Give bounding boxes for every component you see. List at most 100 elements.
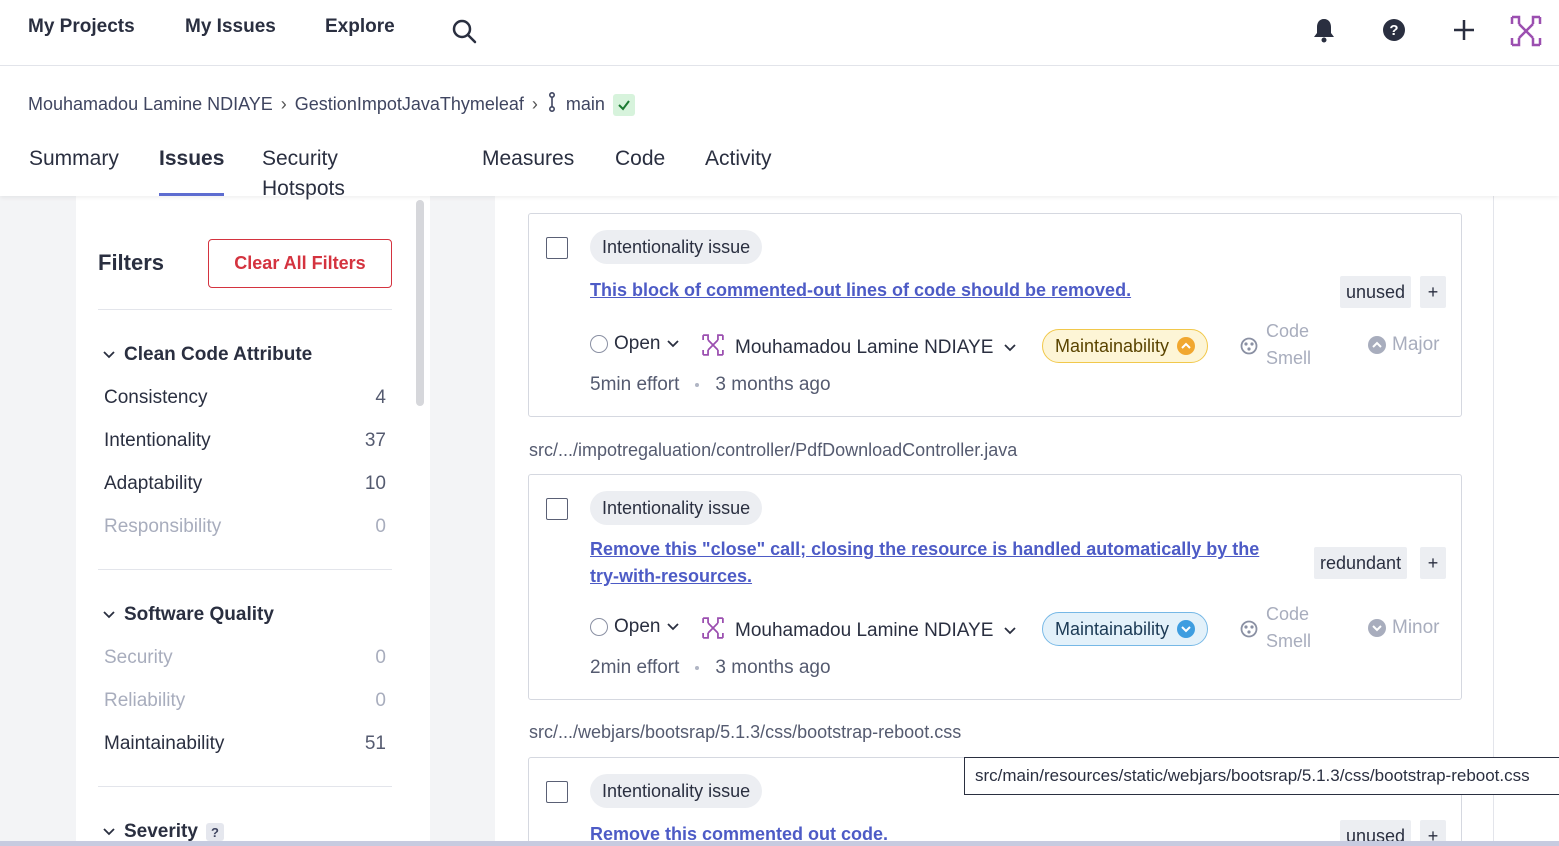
assignee-dropdown[interactable]: Mouhamadou Lamine NDIAYE <box>701 616 1017 646</box>
severity-indicator: Minor <box>1368 617 1440 639</box>
issue-age: 3 months ago <box>715 374 831 395</box>
issue-message-line1: Remove this "close" call; closing the re… <box>590 539 1260 559</box>
chevron-down-icon <box>102 604 116 626</box>
issue-effort-line: 5min effort 3 months ago <box>590 374 831 396</box>
search-icon[interactable] <box>451 18 477 44</box>
breadcrumb-separator: › <box>280 94 287 114</box>
add-tag-button[interactable]: + <box>1420 547 1446 579</box>
tab-measures[interactable]: Measures <box>482 144 574 196</box>
issue-type-line2: Smell <box>1266 348 1312 368</box>
help-icon[interactable]: ? <box>205 823 224 841</box>
facet-severity[interactable]: Severity ? <box>102 821 224 843</box>
issue-category-pill: Intentionality issue <box>590 230 763 264</box>
impact-low-icon <box>1177 620 1196 638</box>
avatar-icon <box>701 616 725 646</box>
facet-item-consistency[interactable]: Consistency 4 <box>104 387 386 409</box>
facet-item-count: 0 <box>375 647 386 668</box>
issue-message-link[interactable]: This block of commented-out lines of cod… <box>590 277 1131 304</box>
issue-checkbox[interactable] <box>546 781 568 803</box>
status-dropdown[interactable]: Open <box>590 333 680 355</box>
tab-code[interactable]: Code <box>615 144 665 196</box>
bell-icon[interactable] <box>1311 17 1337 43</box>
facet-item-maintainability[interactable]: Maintainability 51 <box>104 733 386 755</box>
issue-type: Code Smell <box>1266 601 1311 655</box>
software-quality-badge[interactable]: Maintainability <box>1042 612 1209 646</box>
chevron-down-icon <box>666 616 680 638</box>
nav-my-issues[interactable]: My Issues <box>185 16 276 38</box>
chevron-down-icon <box>1003 620 1017 642</box>
tab-security-hotspots[interactable]: Security Hotspots <box>262 144 345 200</box>
status-dropdown[interactable]: Open <box>590 616 680 638</box>
file-path[interactable]: src/.../impotregaluation/controller/PdfD… <box>529 440 1017 461</box>
nav-explore[interactable]: Explore <box>325 16 395 38</box>
bug-icon <box>1240 620 1258 643</box>
sidebar-scrollbar[interactable] <box>416 200 424 406</box>
nav-my-projects[interactable]: My Projects <box>28 16 135 38</box>
facet-item-count: 0 <box>375 690 386 711</box>
issue-tag[interactable]: redundant <box>1314 547 1408 579</box>
issue-type-line1: Code <box>1266 604 1310 624</box>
separator-dot <box>695 383 700 387</box>
quality-label: Maintainability <box>1055 618 1170 639</box>
avatar-icon <box>701 333 725 363</box>
issue-type-line2: Smell <box>1266 631 1312 651</box>
divider <box>98 786 392 787</box>
facet-item-count: 37 <box>364 430 386 451</box>
avatar-icon[interactable] <box>1509 14 1543 48</box>
tab-summary[interactable]: Summary <box>29 144 119 196</box>
issue-effort-line: 2min effort 3 months ago <box>590 657 831 679</box>
breadcrumb-separator: › <box>531 94 538 114</box>
divider <box>98 569 392 570</box>
facet-item-count: 51 <box>364 733 386 754</box>
chevron-down-icon <box>666 333 680 355</box>
quality-gate-passed-icon <box>612 93 635 116</box>
facet-item-adaptability[interactable]: Adaptability 10 <box>104 473 386 495</box>
facet-title: Clean Code Attribute <box>124 344 313 365</box>
severity-indicator: Major <box>1368 334 1440 356</box>
breadcrumb-owner[interactable]: Mouhamadou Lamine NDIAYE <box>28 94 273 115</box>
issue-tag[interactable]: unused <box>1340 276 1412 308</box>
facet-item-responsibility: Responsibility 0 <box>104 516 386 538</box>
chevron-down-icon <box>102 821 116 843</box>
branch-name[interactable]: main <box>566 94 605 115</box>
project-header: Mouhamadou Lamine NDIAYE › GestionImpotJ… <box>0 66 1559 200</box>
tab-activity[interactable]: Activity <box>705 144 772 196</box>
facet-item-label: Responsibility <box>104 516 222 537</box>
facet-item-count: 10 <box>364 473 386 494</box>
facet-item-count: 4 <box>375 387 386 408</box>
impact-high-icon <box>1177 337 1196 355</box>
facet-item-intentionality[interactable]: Intentionality 37 <box>104 430 386 452</box>
facet-clean-code-attribute[interactable]: Clean Code Attribute <box>102 344 312 366</box>
severity-label: Major <box>1392 334 1440 355</box>
page-margin <box>1494 196 1559 846</box>
separator-dot <box>695 666 700 670</box>
chevron-down-icon <box>1003 337 1017 359</box>
issue-checkbox[interactable] <box>546 237 568 259</box>
facet-item-security: Security 0 <box>104 647 386 669</box>
plus-icon[interactable] <box>1451 17 1477 43</box>
issue-category-pill: Intentionality issue <box>590 774 763 808</box>
facet-item-label: Security <box>104 647 173 668</box>
effort: 5min effort <box>590 374 680 395</box>
issue-checkbox[interactable] <box>546 498 568 520</box>
file-path[interactable]: src/.../webjars/bootsrap/5.1.3/css/boots… <box>529 722 961 743</box>
software-quality-badge[interactable]: Maintainability <box>1042 329 1209 363</box>
facet-item-reliability: Reliability 0 <box>104 690 386 712</box>
issue-message-line2: try-with-resources. <box>590 566 753 586</box>
breadcrumb-project[interactable]: GestionImpotJavaThymeleaf <box>295 94 524 115</box>
facet-title: Software Quality <box>124 604 274 625</box>
issue-card[interactable]: Intentionality issue Remove this "close"… <box>528 474 1462 700</box>
add-tag-button[interactable]: + <box>1420 276 1446 308</box>
facet-item-label: Consistency <box>104 387 208 408</box>
facet-software-quality[interactable]: Software Quality <box>102 604 274 626</box>
help-icon[interactable]: ? <box>1381 17 1407 43</box>
status-label: Open <box>614 616 661 637</box>
clear-all-filters-button[interactable]: Clear All Filters <box>208 239 392 288</box>
status-label: Open <box>614 333 661 354</box>
issue-message-link[interactable]: Remove this "close" call; closing the re… <box>590 536 1259 590</box>
tab-issues[interactable]: Issues <box>159 144 225 196</box>
status-icon <box>590 618 608 636</box>
branch-icon <box>546 91 558 117</box>
assignee-dropdown[interactable]: Mouhamadou Lamine NDIAYE <box>701 333 1017 363</box>
issue-card[interactable]: Intentionality issue This block of comme… <box>528 213 1462 417</box>
